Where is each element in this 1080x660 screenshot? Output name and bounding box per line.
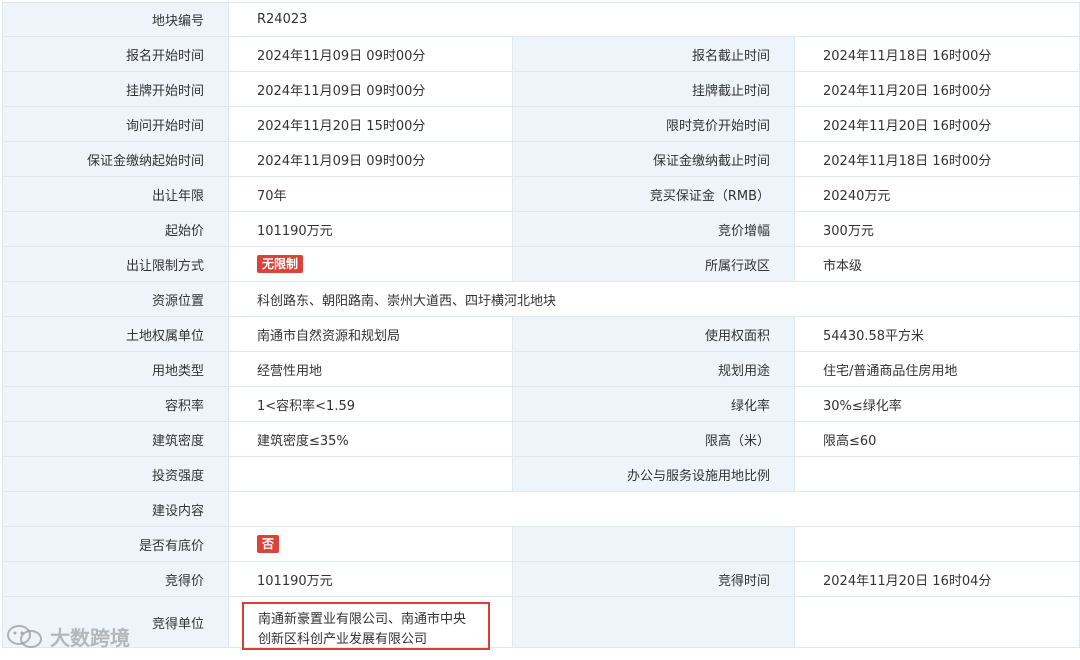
field-value: [228, 456, 513, 492]
field-value: 经营性用地: [228, 351, 513, 387]
field-label: 资源位置: [2, 281, 229, 317]
field-value: 南通市自然资源和规划局: [228, 316, 513, 352]
field-label: 限高（米）: [512, 421, 795, 457]
table-row: 报名开始时间 2024年11月09日 09时00分 报名截止时间 2024年11月18…: [2, 36, 1080, 72]
field-value: 2024年11月20日 16时04分: [794, 561, 1080, 597]
field-label: 竞价增幅: [512, 211, 795, 247]
field-label: 用地类型: [2, 351, 229, 387]
table-row: 竞得单位: [2, 596, 1080, 648]
field-value: R24023: [228, 2, 1080, 37]
table-row: 出让年限 70年 竞买保证金（RMB） 20240万元: [2, 176, 1080, 212]
field-label: 规划用途: [512, 351, 795, 387]
field-label: 办公与服务设施用地比例: [512, 456, 795, 492]
field-value: 市本级: [794, 246, 1080, 282]
field-value: 1<容积率<1.59: [228, 386, 513, 422]
table-row: 挂牌开始时间 2024年11月09日 09时00分 挂牌截止时间 2024年11月20…: [2, 71, 1080, 107]
field-label: 绿化率: [512, 386, 795, 422]
table-row: 是否有底价 否: [2, 526, 1080, 562]
table-row: 用地类型 经营性用地 规划用途 住宅/普通商品住房用地: [2, 351, 1080, 387]
field-label: 竞得时间: [512, 561, 795, 597]
field-label: 挂牌开始时间: [2, 71, 229, 107]
table-row: 保证金缴纳起始时间 2024年11月09日 09时00分 保证金缴纳截止时间 2024…: [2, 141, 1080, 177]
table-row: 询问开始时间 2024年11月20日 15时00分 限时竞价开始时间 2024年11月…: [2, 106, 1080, 142]
watermark: 大数跨境: [6, 622, 130, 651]
field-label: 建筑密度: [2, 421, 229, 457]
field-label: 出让年限: [2, 176, 229, 212]
table-row: 土地权属单位 南通市自然资源和规划局 使用权面积 54430.58平方米: [2, 316, 1080, 352]
field-value: 2024年11月20日 16时00分: [794, 106, 1080, 142]
table-row: 建筑密度 建筑密度≤35% 限高（米） 限高≤60: [2, 421, 1080, 457]
empty-cell: [794, 596, 1080, 648]
field-value: 2024年11月09日 09时00分: [228, 141, 513, 177]
field-value: 2024年11月18日 16时00分: [794, 141, 1080, 177]
field-value: 30%≤绿化率: [794, 386, 1080, 422]
status-badge: 无限制: [257, 255, 304, 273]
field-label: 建设内容: [2, 491, 229, 527]
field-value: 住宅/普通商品住房用地: [794, 351, 1080, 387]
table-row: 起始价 101190万元 竞价增幅 300万元: [2, 211, 1080, 247]
field-value: [794, 526, 1080, 562]
field-label: 竞买保证金（RMB）: [512, 176, 795, 212]
field-label: 土地权属单位: [2, 316, 229, 352]
field-value: 101190万元: [228, 561, 513, 597]
field-label: 限时竞价开始时间: [512, 106, 795, 142]
table-row: 竞得价 101190万元 竞得时间 2024年11月20日 16时04分: [2, 561, 1080, 597]
field-value-cell: 否: [228, 526, 513, 562]
field-value: 20240万元: [794, 176, 1080, 212]
table-row: 资源位置 科创路东、朝阳路南、崇州大道西、四圩横河北地块: [2, 281, 1080, 317]
field-label: 报名开始时间: [2, 36, 229, 72]
field-label: 所属行政区: [512, 246, 795, 282]
wechat-logo-icon: [7, 624, 42, 648]
field-value: 2024年11月20日 15时00分: [228, 106, 513, 142]
field-value: 300万元: [794, 211, 1080, 247]
field-label: 报名截止时间: [512, 36, 795, 72]
field-value: [228, 491, 1080, 527]
field-label: 保证金缴纳截止时间: [512, 141, 795, 177]
field-value: 建筑密度≤35%: [228, 421, 513, 457]
field-label: 挂牌截止时间: [512, 71, 795, 107]
field-value: 101190万元: [228, 211, 513, 247]
field-value: 2024年11月18日 16时00分: [794, 36, 1080, 72]
field-label: 起始价: [2, 211, 229, 247]
table-row: 地块编号 R24023: [2, 2, 1080, 37]
empty-cell: [512, 596, 795, 648]
field-value: 70年: [228, 176, 513, 212]
field-label: [512, 526, 795, 562]
field-value: 限高≤60: [794, 421, 1080, 457]
land-info-table: 地块编号 R24023 报名开始时间 2024年11月09日 09时00分 报名截止时间…: [2, 2, 1080, 648]
field-label: 出让限制方式: [2, 246, 229, 282]
field-value: 54430.58平方米: [794, 316, 1080, 352]
field-label: 使用权面积: [512, 316, 795, 352]
status-badge: 否: [257, 535, 280, 553]
table-row: 投资强度 办公与服务设施用地比例: [2, 456, 1080, 492]
field-value-cell: 无限制: [228, 246, 513, 282]
field-value: 2024年11月09日 09时00分: [228, 71, 513, 107]
winner-highlight-box: 南通新豪置业有限公司、南通市中央创新区科创产业发展有限公司: [242, 602, 490, 650]
field-label: 询问开始时间: [2, 106, 229, 142]
field-value: [794, 456, 1080, 492]
field-label: 地块编号: [2, 2, 229, 37]
table-row: 建设内容: [2, 491, 1080, 527]
field-value: 科创路东、朝阳路南、崇州大道西、四圩横河北地块: [228, 281, 1080, 317]
field-label: 保证金缴纳起始时间: [2, 141, 229, 177]
field-label: 是否有底价: [2, 526, 229, 562]
table-row: 出让限制方式 无限制 所属行政区 市本级: [2, 246, 1080, 282]
field-value: 2024年11月20日 16时00分: [794, 71, 1080, 107]
watermark-text: 大数跨境: [50, 626, 130, 650]
field-label: 容积率: [2, 386, 229, 422]
field-label: 投资强度: [2, 456, 229, 492]
table-row: 容积率 1<容积率<1.59 绿化率 30%≤绿化率: [2, 386, 1080, 422]
field-label: 竞得价: [2, 561, 229, 597]
field-value: 2024年11月09日 09时00分: [228, 36, 513, 72]
